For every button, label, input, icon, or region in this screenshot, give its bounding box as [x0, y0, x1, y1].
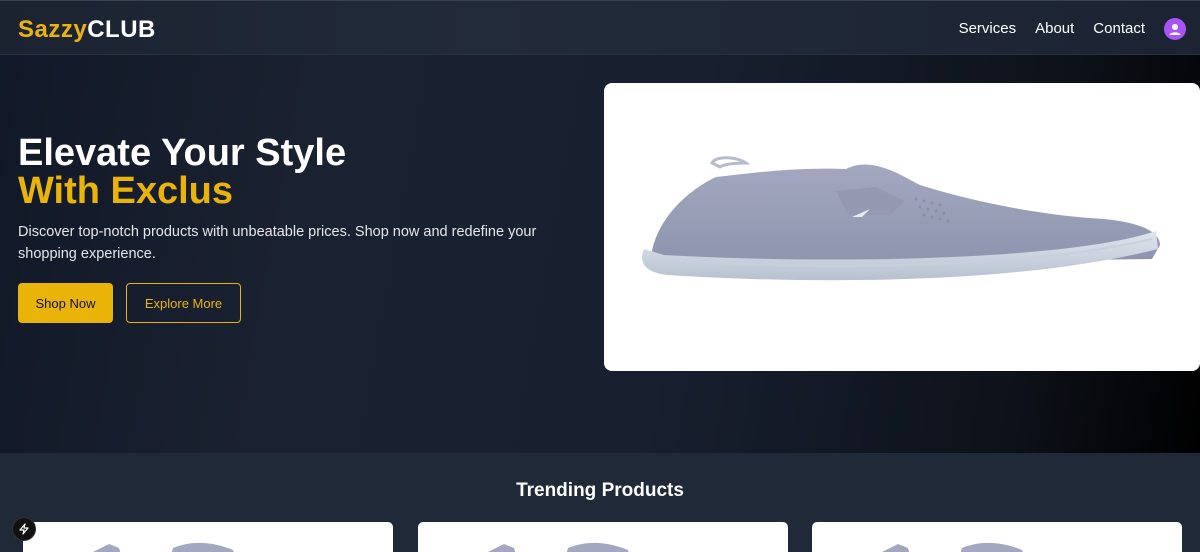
- hero-section: Elevate Your Style With Exclus Discover …: [0, 55, 1200, 453]
- hero-title-line1: Elevate Your Style: [18, 132, 347, 174]
- logo-secondary: CLUB: [87, 16, 156, 43]
- shoe-image: [642, 156, 1160, 281]
- hero-description: Discover top-notch products with unbeata…: [18, 224, 537, 262]
- shoe-image: [882, 543, 1023, 552]
- product-card[interactable]: [812, 522, 1182, 552]
- user-icon: [1169, 23, 1181, 35]
- navbar: SazzyCLUB Services About Contact: [0, 0, 1200, 55]
- hero-title: Elevate Your Style With Exclus: [18, 134, 346, 210]
- logo-primary: Sazzy: [18, 16, 88, 43]
- user-avatar[interactable]: [1164, 17, 1186, 40]
- nav-link-services[interactable]: Services: [959, 20, 1017, 37]
- product-card[interactable]: [418, 522, 788, 552]
- trending-title: Trending Products: [516, 480, 684, 501]
- shop-now-button[interactable]: Shop Now: [18, 283, 113, 323]
- trending-section: Trending Products: [0, 453, 1200, 552]
- lightning-icon: [19, 523, 29, 535]
- shoe-image: [488, 543, 629, 552]
- hero-product-image: [604, 83, 1200, 371]
- shoe-image: [93, 543, 234, 552]
- explore-more-button[interactable]: Explore More: [126, 283, 241, 323]
- hero-title-line2: With Exclus: [18, 170, 234, 212]
- nav-links: Services About Contact: [959, 1, 1186, 56]
- product-card[interactable]: [23, 522, 393, 552]
- logo[interactable]: SazzyCLUB: [18, 16, 156, 44]
- nav-link-about[interactable]: About: [1035, 20, 1074, 37]
- nav-link-contact[interactable]: Contact: [1093, 20, 1145, 37]
- floating-lightning-button[interactable]: [12, 517, 36, 541]
